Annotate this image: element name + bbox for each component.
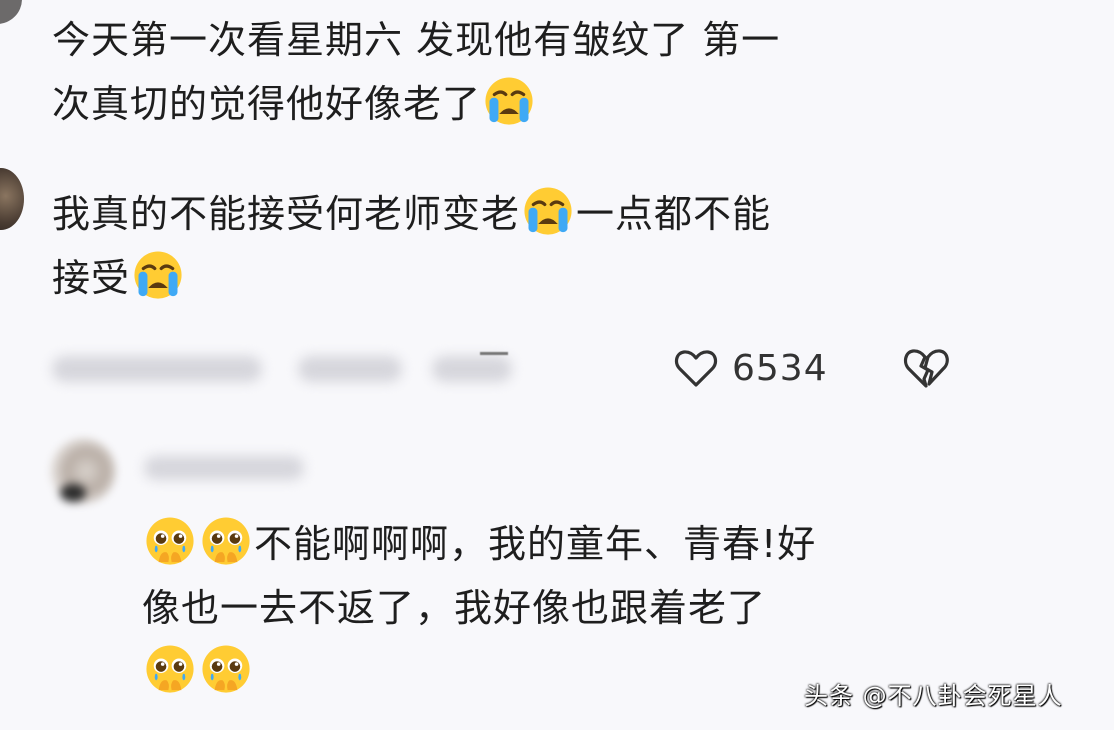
like-count: 6534	[732, 347, 828, 389]
blurred-reply-button[interactable]	[432, 356, 512, 382]
like-button[interactable]: 6534	[672, 340, 828, 396]
comment-line: 我真的不能接受何老师变老	[52, 192, 521, 236]
divider	[480, 352, 508, 355]
watermark: 头条 @不八卦会死星人	[804, 682, 1063, 710]
comment-thread: 今天第一次看星期六 发现他有皱纹了 第一 次真切的觉得他好像老了 我真的不能接受…	[0, 0, 1114, 730]
avatar[interactable]	[50, 438, 116, 504]
pleading-face-icon	[202, 517, 250, 565]
loudly-crying-face-icon	[524, 187, 572, 235]
blurred-timestamp	[52, 356, 262, 382]
pleading-face-icon	[146, 645, 194, 693]
loudly-crying-face-icon	[485, 77, 533, 125]
comment-3-text: 不能啊啊啊，我的童年、青春!好 像也一去不返了，我好像也跟着老了	[142, 512, 816, 704]
heart-outline-icon[interactable]	[672, 344, 720, 392]
blurred-location	[298, 356, 402, 382]
comment-line: 像也一去不返了，我好像也跟着老了	[142, 586, 767, 630]
comment-line: 不能啊啊啊，我的童年、青春!好	[254, 522, 817, 566]
pleading-face-icon	[202, 645, 250, 693]
broken-heart-icon[interactable]	[900, 342, 952, 394]
loudly-crying-face-icon	[134, 251, 182, 299]
comment-line: 次真切的觉得他好像老了	[52, 82, 482, 126]
emoji-line	[142, 640, 816, 704]
comment-line-with-emoji: 次真切的觉得他好像老了	[52, 72, 780, 136]
comment-line: 接受	[52, 256, 131, 300]
blurred-username[interactable]	[144, 456, 304, 480]
pleading-face-icon	[146, 517, 194, 565]
comment-line-with-emoji: 不能啊啊啊，我的童年、青春!好	[142, 512, 816, 576]
comment-line-with-emoji: 接受	[52, 246, 771, 310]
comment-line-with-emoji: 我真的不能接受何老师变老 一点都不能	[52, 182, 771, 246]
comment-line: 今天第一次看星期六 发现他有皱纹了 第一	[52, 18, 781, 62]
comment-2-text: 我真的不能接受何老师变老 一点都不能 接受	[52, 182, 771, 310]
avatar[interactable]	[0, 168, 24, 230]
avatar[interactable]	[0, 0, 22, 24]
comment-line: 一点都不能	[576, 192, 772, 236]
comment-1-text: 今天第一次看星期六 发现他有皱纹了 第一 次真切的觉得他好像老了	[52, 8, 780, 136]
